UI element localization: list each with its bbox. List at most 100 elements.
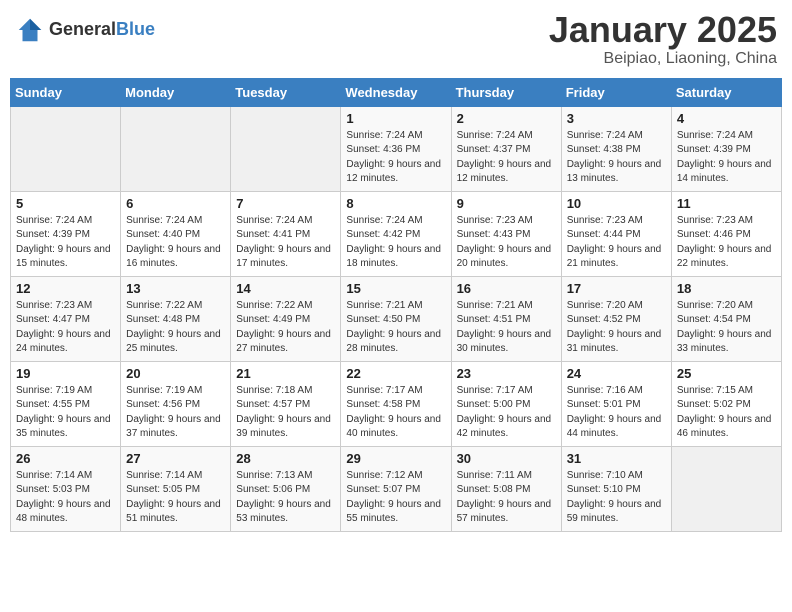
calendar-cell [671,446,781,531]
calendar-cell: 12 Sunrise: 7:23 AMSunset: 4:47 PMDayligh… [11,276,121,361]
calendar-cell: 7 Sunrise: 7:24 AMSunset: 4:41 PMDaylight… [231,191,341,276]
day-info: Sunrise: 7:15 AMSunset: 5:02 PMDaylight:… [677,384,776,442]
calendar-cell: 2Sunrise: 7:24 AMSunset: 4:37 PMDaylight… [451,106,561,191]
day-info: Sunrise: 7:23 AMSunset: 4:47 PMDaylight:… [16,299,115,357]
logo-general: General [49,19,116,39]
day-number: 31 [567,451,666,466]
calendar-cell: 29 Sunrise: 7:12 AMSunset: 5:07 PMDayligh… [341,446,451,531]
day-number: 23 [457,366,556,381]
day-info: Sunrise: 7:21 AMSunset: 4:51 PMDaylight:… [457,299,556,357]
weekday-header-saturday: Saturday [671,78,781,106]
calendar-cell: 10 Sunrise: 7:23 AMSunset: 4:44 PMDayligh… [561,191,671,276]
day-info: Sunrise: 7:16 AMSunset: 5:01 PMDaylight:… [567,384,666,442]
calendar-cell: 11 Sunrise: 7:23 AMSunset: 4:46 PMDayligh… [671,191,781,276]
calendar-cell: 31Sunrise: 7:10 AMSunset: 5:10 PMDayligh… [561,446,671,531]
day-number: 10 [567,196,666,211]
day-number: 14 [236,281,335,296]
day-info: Sunrise: 7:20 AMSunset: 4:54 PMDaylight:… [677,299,776,357]
calendar-cell: 24Sunrise: 7:16 AMSunset: 5:01 PMDayligh… [561,361,671,446]
calendar-cell [231,106,341,191]
logo-blue: Blue [116,19,155,39]
week-row-2: 5 Sunrise: 7:24 AMSunset: 4:39 PMDaylight… [11,191,782,276]
calendar-cell: 23 Sunrise: 7:17 AMSunset: 5:00 PMDayligh… [451,361,561,446]
day-info: Sunrise: 7:23 AMSunset: 4:43 PMDaylight:… [457,214,556,272]
calendar-cell: 9 Sunrise: 7:23 AMSunset: 4:43 PMDaylight… [451,191,561,276]
day-info: Sunrise: 7:23 AMSunset: 4:44 PMDaylight:… [567,214,666,272]
day-number: 8 [346,196,445,211]
day-number: 11 [677,196,776,211]
weekday-header-tuesday: Tuesday [231,78,341,106]
day-number: 19 [16,366,115,381]
day-info: Sunrise: 7:23 AMSunset: 4:46 PMDaylight:… [677,214,776,272]
weekday-header-row: SundayMondayTuesdayWednesdayThursdayFrid… [11,78,782,106]
day-info: Sunrise: 7:24 AMSunset: 4:42 PMDaylight:… [346,214,445,272]
day-info: Sunrise: 7:20 AMSunset: 4:52 PMDaylight:… [567,299,666,357]
day-number: 5 [16,196,115,211]
calendar-cell: 17Sunrise: 7:20 AMSunset: 4:52 PMDayligh… [561,276,671,361]
day-number: 13 [126,281,225,296]
calendar-cell: 16 Sunrise: 7:21 AMSunset: 4:51 PMDayligh… [451,276,561,361]
calendar-cell: 8 Sunrise: 7:24 AMSunset: 4:42 PMDaylight… [341,191,451,276]
calendar-cell: 27 Sunrise: 7:14 AMSunset: 5:05 PMDayligh… [121,446,231,531]
calendar-cell: 4 Sunrise: 7:24 AMSunset: 4:39 PMDaylight… [671,106,781,191]
day-number: 27 [126,451,225,466]
weekday-header-friday: Friday [561,78,671,106]
day-number: 12 [16,281,115,296]
day-info: Sunrise: 7:19 AMSunset: 4:55 PMDaylight:… [16,384,115,442]
calendar-cell: 20 Sunrise: 7:19 AMSunset: 4:56 PMDayligh… [121,361,231,446]
day-info: Sunrise: 7:24 AMSunset: 4:39 PMDaylight:… [677,129,776,187]
day-info: Sunrise: 7:24 AMSunset: 4:36 PMDaylight:… [346,129,445,187]
day-info: Sunrise: 7:24 AMSunset: 4:41 PMDaylight:… [236,214,335,272]
day-number: 26 [16,451,115,466]
day-number: 29 [346,451,445,466]
day-number: 3 [567,111,666,126]
weekday-header-thursday: Thursday [451,78,561,106]
calendar-cell: 13 Sunrise: 7:22 AMSunset: 4:48 PMDayligh… [121,276,231,361]
day-number: 7 [236,196,335,211]
week-row-4: 19 Sunrise: 7:19 AMSunset: 4:55 PMDayligh… [11,361,782,446]
day-info: Sunrise: 7:22 AMSunset: 4:49 PMDaylight:… [236,299,335,357]
day-info: Sunrise: 7:21 AMSunset: 4:50 PMDaylight:… [346,299,445,357]
day-info: Sunrise: 7:24 AMSunset: 4:38 PMDaylight:… [567,129,666,187]
day-number: 6 [126,196,225,211]
day-info: Sunrise: 7:13 AMSunset: 5:06 PMDaylight:… [236,469,335,527]
day-info: Sunrise: 7:19 AMSunset: 4:56 PMDaylight:… [126,384,225,442]
day-info: Sunrise: 7:11 AMSunset: 5:08 PMDaylight:… [457,469,556,527]
day-number: 25 [677,366,776,381]
week-row-5: 26Sunrise: 7:14 AMSunset: 5:03 PMDayligh… [11,446,782,531]
calendar-cell: 14 Sunrise: 7:22 AMSunset: 4:49 PMDayligh… [231,276,341,361]
calendar-table: SundayMondayTuesdayWednesdayThursdayFrid… [10,78,782,532]
day-number: 28 [236,451,335,466]
calendar-cell: 21Sunrise: 7:18 AMSunset: 4:57 PMDayligh… [231,361,341,446]
location: Beipiao, Liaoning, China [549,50,777,68]
calendar-cell: 1 Sunrise: 7:24 AMSunset: 4:36 PMDaylight… [341,106,451,191]
day-info: Sunrise: 7:22 AMSunset: 4:48 PMDaylight:… [126,299,225,357]
week-row-1: 1 Sunrise: 7:24 AMSunset: 4:36 PMDaylight… [11,106,782,191]
day-number: 1 [346,111,445,126]
calendar-cell: 18Sunrise: 7:20 AMSunset: 4:54 PMDayligh… [671,276,781,361]
day-number: 16 [457,281,556,296]
day-number: 20 [126,366,225,381]
day-info: Sunrise: 7:14 AMSunset: 5:05 PMDaylight:… [126,469,225,527]
month-title: January 2025 [549,10,777,50]
day-number: 9 [457,196,556,211]
calendar-cell: 6 Sunrise: 7:24 AMSunset: 4:40 PMDaylight… [121,191,231,276]
day-number: 22 [346,366,445,381]
calendar-cell [121,106,231,191]
weekday-header-sunday: Sunday [11,78,121,106]
weekday-header-monday: Monday [121,78,231,106]
day-info: Sunrise: 7:18 AMSunset: 4:57 PMDaylight:… [236,384,335,442]
day-number: 30 [457,451,556,466]
day-number: 2 [457,111,556,126]
calendar-cell: 26Sunrise: 7:14 AMSunset: 5:03 PMDayligh… [11,446,121,531]
logo: GeneralBlue [15,15,155,45]
day-info: Sunrise: 7:24 AMSunset: 4:40 PMDaylight:… [126,214,225,272]
day-info: Sunrise: 7:12 AMSunset: 5:07 PMDaylight:… [346,469,445,527]
calendar-cell: 22Sunrise: 7:17 AMSunset: 4:58 PMDayligh… [341,361,451,446]
logo-text: GeneralBlue [49,20,155,40]
title-block: January 2025 Beipiao, Liaoning, China [549,10,777,68]
day-info: Sunrise: 7:24 AMSunset: 4:39 PMDaylight:… [16,214,115,272]
calendar-cell: 30 Sunrise: 7:11 AMSunset: 5:08 PMDayligh… [451,446,561,531]
day-number: 4 [677,111,776,126]
day-info: Sunrise: 7:17 AMSunset: 5:00 PMDaylight:… [457,384,556,442]
